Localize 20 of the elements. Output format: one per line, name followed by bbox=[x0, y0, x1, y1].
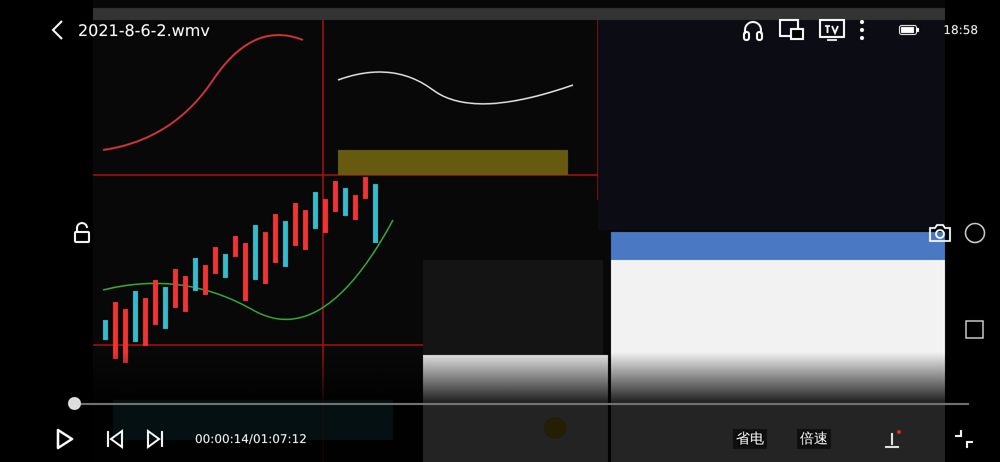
exit-fullscreen-icon[interactable] bbox=[953, 428, 975, 450]
recents-square-icon[interactable] bbox=[965, 320, 985, 340]
battery-icon bbox=[899, 25, 920, 35]
previous-icon[interactable] bbox=[105, 429, 125, 449]
padlock-open-icon[interactable] bbox=[73, 222, 91, 244]
next-icon[interactable] bbox=[145, 429, 165, 449]
playback-time: 00:00:14/01:07:12 bbox=[195, 432, 307, 446]
home-circle-icon[interactable] bbox=[964, 222, 986, 244]
video-title: 2021-8-6-2.wmv bbox=[78, 20, 211, 40]
more-icon[interactable] bbox=[859, 19, 866, 41]
clock: 18:58 bbox=[943, 23, 978, 37]
option-button[interactable]: 省电 bbox=[733, 429, 767, 449]
camera-icon[interactable] bbox=[928, 223, 952, 243]
option-button[interactable]: 倍速 bbox=[797, 429, 831, 449]
progress-thumb[interactable] bbox=[68, 397, 81, 410]
play-icon[interactable] bbox=[55, 427, 75, 451]
headphones-icon[interactable] bbox=[741, 18, 766, 42]
picture-in-picture-icon[interactable] bbox=[779, 19, 806, 41]
tv-icon[interactable] bbox=[819, 18, 846, 42]
back-icon[interactable] bbox=[50, 19, 64, 41]
